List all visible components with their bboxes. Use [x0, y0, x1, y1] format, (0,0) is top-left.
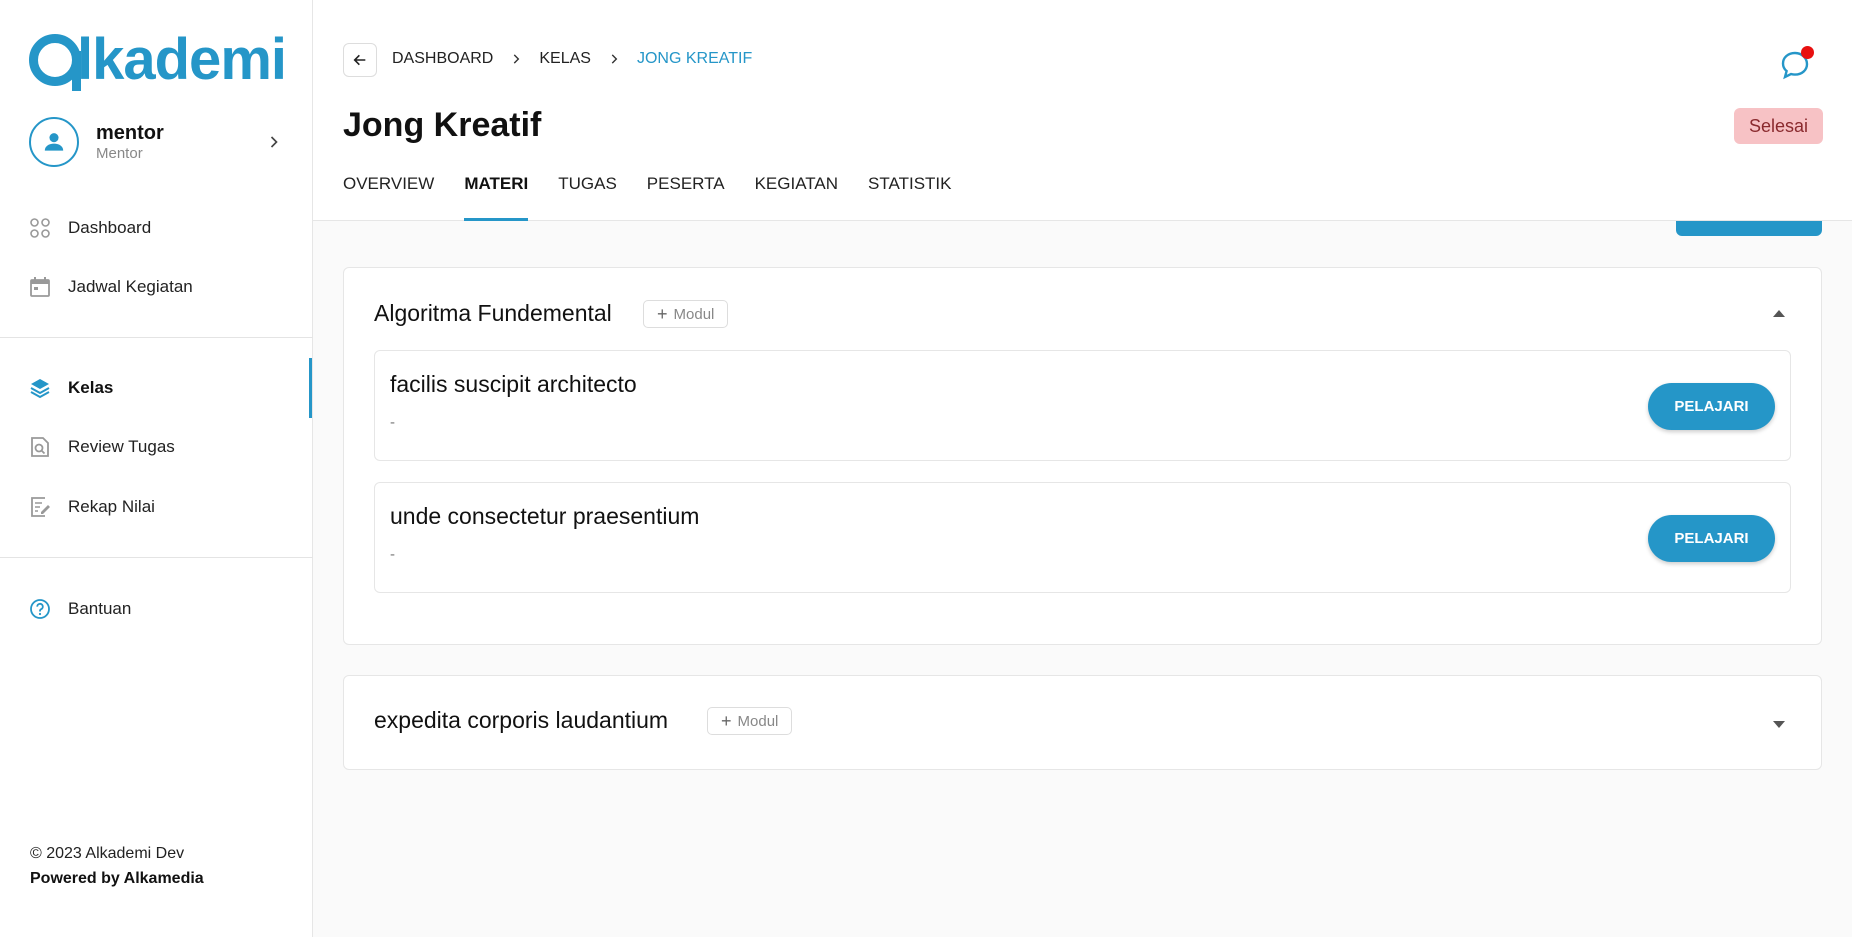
- section-title: expedita corporis laudantium: [374, 707, 669, 733]
- section-title: Algoritma Fundemental: [374, 300, 612, 326]
- notification-dot: [1801, 46, 1814, 59]
- user-role: Mentor: [96, 145, 143, 162]
- chat-button[interactable]: [1778, 46, 1814, 82]
- sidebar-item-jadwal-kegiatan[interactable]: Jadwal Kegiatan: [29, 267, 313, 307]
- add-module-label: Modul: [673, 305, 715, 323]
- sidebar-item-label: Rekap Nilai: [68, 497, 155, 516]
- breadcrumb-dashboard[interactable]: DASHBOARD: [392, 50, 493, 68]
- module-desc: -: [390, 546, 395, 563]
- chevron-right-icon: [509, 52, 523, 66]
- sidebar: lkademi mentor Mentor Dashboard Jadwal K…: [0, 0, 313, 937]
- user-icon: [44, 133, 64, 151]
- grid-icon: [29, 217, 51, 239]
- sidebar-item-rekap-nilai[interactable]: Rekap Nilai: [29, 487, 313, 527]
- review-icon: [29, 436, 51, 458]
- chevron-right-icon: [607, 52, 621, 66]
- back-button[interactable]: [343, 43, 377, 77]
- edit-note-icon: [29, 496, 51, 518]
- sidebar-divider: [0, 337, 313, 338]
- section-card: Algoritma Fundemental + Modul facilis su…: [343, 267, 1822, 645]
- tab-materi[interactable]: MATERI: [464, 174, 528, 221]
- logo-text: lkademi: [77, 27, 287, 92]
- sidebar-item-dashboard[interactable]: Dashboard: [29, 208, 313, 248]
- tab-peserta[interactable]: PESERTA: [647, 174, 725, 221]
- module-title: facilis suscipit architecto: [390, 371, 637, 397]
- tab-overview[interactable]: OVERVIEW: [343, 174, 434, 221]
- add-module-button[interactable]: + Modul: [707, 707, 793, 735]
- plus-icon: +: [657, 303, 668, 324]
- sidebar-divider: [0, 557, 313, 558]
- module-title: unde consectetur praesentium: [390, 503, 700, 529]
- calendar-icon: [29, 276, 51, 298]
- sidebar-item-review-tugas[interactable]: Review Tugas: [29, 427, 313, 467]
- sidebar-item-label: Review Tugas: [68, 437, 175, 456]
- plus-icon: +: [721, 710, 732, 731]
- pelajari-button[interactable]: PELAJARI: [1648, 383, 1775, 430]
- logo-mark: [29, 34, 81, 91]
- module-item: unde consectetur praesentium - PELAJARI: [374, 482, 1791, 593]
- chevron-up-icon[interactable]: [1773, 310, 1785, 317]
- add-module-button[interactable]: + Modul: [643, 300, 729, 328]
- chevron-down-icon[interactable]: [1773, 721, 1785, 728]
- sidebar-item-kelas[interactable]: Kelas: [29, 368, 313, 408]
- user-profile[interactable]: mentor Mentor: [29, 116, 284, 168]
- sidebar-item-label: Bantuan: [68, 599, 132, 618]
- user-name: mentor: [96, 122, 164, 144]
- tab-kegiatan[interactable]: KEGIATAN: [755, 174, 838, 221]
- active-indicator: [309, 358, 312, 418]
- page-title: Jong Kreatif: [343, 106, 542, 144]
- tab-bar: OVERVIEW MATERI TUGAS PESERTA KEGIATAN S…: [343, 174, 981, 221]
- pelajari-button[interactable]: PELAJARI: [1648, 515, 1775, 562]
- sidebar-item-label: Kelas: [68, 378, 114, 397]
- breadcrumb-current: JONG KREATIF: [636, 50, 753, 67]
- page-header: DASHBOARD KELAS JONG KREATIF Jong Kreati…: [313, 0, 1852, 221]
- layers-icon: [29, 377, 51, 399]
- tab-tugas[interactable]: TUGAS: [558, 174, 617, 221]
- add-module-label: Modul: [737, 712, 779, 730]
- help-icon: [29, 598, 51, 620]
- breadcrumb-kelas[interactable]: KELAS: [539, 50, 591, 68]
- avatar: [29, 117, 79, 167]
- powered-by-text: Powered by Alkamedia: [30, 870, 204, 887]
- sidebar-item-label: Jadwal Kegiatan: [68, 277, 193, 296]
- alkademi-logo[interactable]: lkademi: [29, 27, 287, 92]
- sidebar-item-label: Dashboard: [68, 218, 152, 237]
- status-badge: Selesai: [1733, 108, 1823, 144]
- arrow-left-icon: [353, 54, 366, 66]
- module-item: facilis suscipit architecto - PELAJARI: [374, 350, 1791, 461]
- module-desc: -: [390, 414, 395, 431]
- sidebar-item-bantuan[interactable]: Bantuan: [29, 589, 313, 629]
- scrolled-action-button[interactable]: [1676, 221, 1822, 236]
- copyright-text: © 2023 Alkademi Dev: [30, 845, 185, 862]
- breadcrumb: DASHBOARD KELAS JONG KREATIF: [392, 50, 752, 68]
- tab-statistik[interactable]: STATISTIK: [868, 174, 951, 221]
- section-card: expedita corporis laudantium + Modul: [343, 675, 1822, 770]
- chevron-right-icon: [270, 136, 278, 148]
